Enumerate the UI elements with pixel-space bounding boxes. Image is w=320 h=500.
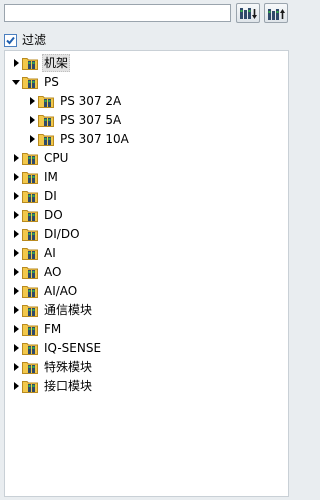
folder-icon: [38, 132, 55, 146]
tree-node[interactable]: AO: [5, 262, 131, 281]
collapsed-arrow-icon[interactable]: [27, 115, 37, 125]
tree-node[interactable]: PS 307 10A: [5, 129, 131, 148]
tree-node-label: AO: [44, 264, 62, 279]
tree-node[interactable]: IM: [5, 167, 131, 186]
collapsed-arrow-icon[interactable]: [11, 210, 21, 220]
tree-node-label: AI/AO: [44, 283, 78, 298]
tree-node[interactable]: DI: [5, 186, 131, 205]
tree-node[interactable]: AI: [5, 243, 131, 262]
tree-node-label: 机架: [42, 53, 71, 72]
tree-node[interactable]: PS: [5, 72, 131, 91]
tree-node-label: PS: [44, 74, 59, 89]
tree-node[interactable]: 特殊模块: [5, 357, 131, 376]
folder-icon: [38, 94, 55, 108]
tree-node-label: DO: [44, 207, 63, 222]
folder-icon: [22, 189, 39, 203]
tree-node-label: PS 307 5A: [60, 112, 122, 127]
tree-list: 机架 PS PS 307 2A PS 307 5A PS 307 10A CPU IM DI D…: [5, 53, 131, 395]
tree-node-label: 接口模块: [44, 378, 93, 393]
tree-node[interactable]: DO: [5, 205, 131, 224]
tree-node-label: DI: [44, 188, 57, 203]
checkmark-icon: [6, 36, 15, 44]
expand-all-button[interactable]: [236, 3, 260, 23]
tree-node-label: PS 307 2A: [60, 93, 122, 108]
filter-toggle[interactable]: 过滤: [4, 31, 46, 49]
folder-icon: [22, 322, 39, 336]
tree-node-label: AI: [44, 245, 56, 260]
collapsed-arrow-icon[interactable]: [27, 134, 37, 144]
tree-node[interactable]: DI/DO: [5, 224, 131, 243]
collapsed-arrow-icon[interactable]: [11, 191, 21, 201]
collapsed-arrow-icon[interactable]: [11, 58, 21, 68]
tree-node-label: CPU: [44, 150, 69, 165]
tree-node[interactable]: PS 307 5A: [5, 110, 131, 129]
tree-node[interactable]: IQ-SENSE: [5, 338, 131, 357]
catalog-tree: 机架 PS PS 307 2A PS 307 5A PS 307 10A CPU IM DI D…: [4, 50, 289, 497]
folder-icon: [22, 208, 39, 222]
tree-node[interactable]: AI/AO: [5, 281, 131, 300]
collapsed-arrow-icon[interactable]: [11, 248, 21, 258]
tree-node[interactable]: FM: [5, 319, 131, 338]
folder-icon: [22, 360, 39, 374]
tree-node-label: PS 307 10A: [60, 131, 129, 146]
expanded-arrow-icon[interactable]: [11, 77, 21, 87]
tree-node-label: IQ-SENSE: [44, 340, 102, 355]
folder-icon: [22, 265, 39, 279]
collapsed-arrow-icon[interactable]: [11, 286, 21, 296]
folder-icon: [22, 227, 39, 241]
collapsed-arrow-icon[interactable]: [11, 381, 21, 391]
collapsed-arrow-icon[interactable]: [11, 172, 21, 182]
filter-label: 过滤: [22, 33, 47, 47]
collapsed-arrow-icon[interactable]: [11, 324, 21, 334]
tree-node-label: FM: [44, 321, 62, 336]
collapsed-arrow-icon[interactable]: [27, 96, 37, 106]
tree-node[interactable]: 通信模块: [5, 300, 131, 319]
folder-icon: [38, 113, 55, 127]
folder-icon: [22, 341, 39, 355]
search-input[interactable]: [4, 4, 231, 22]
folder-icon: [22, 246, 39, 260]
folder-icon: [22, 379, 39, 393]
collapsed-arrow-icon[interactable]: [11, 153, 21, 163]
tree-node[interactable]: PS 307 2A: [5, 91, 131, 110]
collapsed-arrow-icon[interactable]: [11, 362, 21, 372]
collapsed-arrow-icon[interactable]: [11, 229, 21, 239]
folder-icon: [22, 75, 39, 89]
tree-node[interactable]: 接口模块: [5, 376, 131, 395]
collapse-all-button[interactable]: [264, 3, 288, 23]
collapsed-arrow-icon[interactable]: [11, 343, 21, 353]
folder-icon: [22, 170, 39, 184]
collapsed-arrow-icon[interactable]: [11, 267, 21, 277]
folder-icon: [22, 284, 39, 298]
tree-node[interactable]: 机架: [5, 53, 131, 72]
tree-node-label: DI/DO: [44, 226, 80, 241]
catalog-panel: 过滤 机架 PS PS 307 2A PS 307 5A PS 307 10A CPU IM…: [0, 0, 293, 500]
folder-icon: [22, 151, 39, 165]
collapsed-arrow-icon[interactable]: [11, 305, 21, 315]
folder-icon: [22, 303, 39, 317]
tree-node-label: IM: [44, 169, 58, 184]
tree-node-label: 特殊模块: [44, 359, 93, 374]
tree-node-label: 通信模块: [44, 302, 93, 317]
folder-icon: [22, 56, 39, 70]
filter-checkbox[interactable]: [4, 33, 17, 47]
tree-node[interactable]: CPU: [5, 148, 131, 167]
